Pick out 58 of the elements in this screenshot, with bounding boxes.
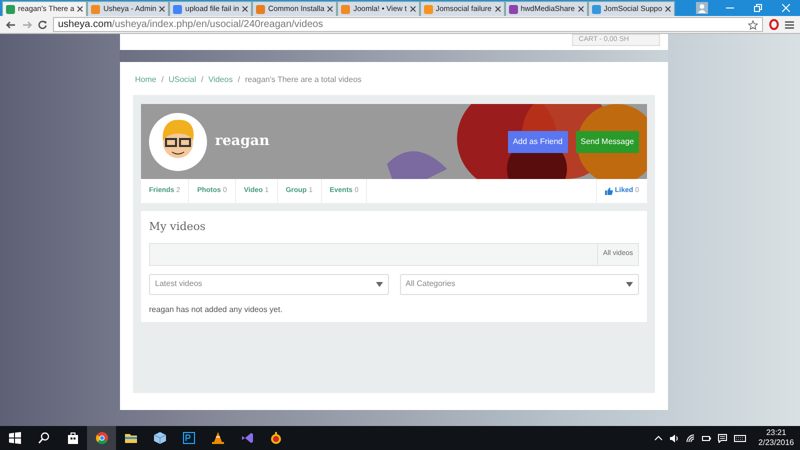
- profile-action-button[interactable]: Send Message: [576, 130, 639, 152]
- close-icon[interactable]: [327, 6, 334, 12]
- favicon-icon: [91, 4, 100, 14]
- breadcrumb-separator: /: [161, 74, 164, 86]
- thumbs-up-icon[interactable]: [604, 187, 613, 195]
- profile-name: reagan: [215, 132, 270, 151]
- breadcrumb-separator: /: [238, 74, 240, 86]
- clock-time[interactable]: 23:21: [758, 428, 794, 438]
- favicon-icon: [508, 4, 518, 14]
- breadcrumb-link[interactable]: USocial: [168, 74, 196, 86]
- breadcrumb-separator: /: [201, 74, 204, 86]
- back-icon[interactable]: [6, 20, 16, 28]
- ring-icon[interactable]: [769, 19, 779, 30]
- round-app-icon[interactable]: [270, 432, 282, 444]
- caret-icon: [376, 282, 382, 286]
- maximize-icon[interactable]: [754, 4, 762, 12]
- cube-icon[interactable]: [154, 432, 166, 444]
- favicon-icon: [256, 4, 266, 14]
- breadcrumb-link[interactable]: Videos: [208, 74, 233, 86]
- address-field[interactable]: usheya.com/usheya/index.php/en/usocial/240reagan/videos: [53, 17, 763, 32]
- search-icon[interactable]: [38, 432, 50, 444]
- favicon-icon: [6, 4, 15, 14]
- battery-icon[interactable]: [702, 434, 712, 442]
- wifi-icon[interactable]: [686, 434, 696, 442]
- breadcrumb-link[interactable]: Home: [135, 74, 156, 86]
- breadcrumb-current: reagan's There are a total videos: [244, 74, 362, 86]
- select-field[interactable]: Latest videos: [149, 274, 388, 294]
- empty-message: reagan has not added any videos yet.: [149, 304, 284, 316]
- traffic-cone-icon[interactable]: [212, 432, 224, 444]
- folder-icon[interactable]: [124, 432, 136, 444]
- speaker-icon[interactable]: [670, 434, 680, 442]
- chrome-icon[interactable]: [96, 432, 108, 444]
- menu-icon[interactable]: [785, 20, 794, 28]
- favicon-icon: [341, 4, 350, 14]
- star-icon[interactable]: [748, 20, 758, 30]
- section-title: My videos: [149, 219, 207, 235]
- favicon-icon: [424, 4, 433, 14]
- close-icon[interactable]: [77, 6, 84, 12]
- chevron-up-icon[interactable]: [654, 434, 664, 442]
- close-icon[interactable]: [665, 6, 672, 12]
- close-icon[interactable]: [494, 6, 501, 12]
- message-icon[interactable]: [718, 434, 728, 442]
- favicon-icon: [592, 4, 601, 14]
- clock-date[interactable]: 2/23/2016: [758, 438, 794, 448]
- reload-icon[interactable]: [38, 20, 47, 29]
- windows-icon[interactable]: [8, 432, 20, 444]
- favicon-icon: [173, 4, 182, 14]
- bag-icon[interactable]: [66, 432, 78, 444]
- visual-studio-icon[interactable]: [240, 432, 252, 444]
- close-icon[interactable]: [410, 6, 416, 12]
- close-icon[interactable]: [242, 6, 248, 12]
- photoshop-icon[interactable]: [182, 432, 194, 444]
- caret-icon: [626, 282, 633, 286]
- keyboard-icon[interactable]: [734, 434, 746, 442]
- close-icon[interactable]: [159, 6, 166, 12]
- select-field[interactable]: All Categories: [400, 274, 639, 294]
- profile-action-button[interactable]: Add as Friend: [508, 130, 568, 152]
- close-icon[interactable]: [578, 6, 584, 12]
